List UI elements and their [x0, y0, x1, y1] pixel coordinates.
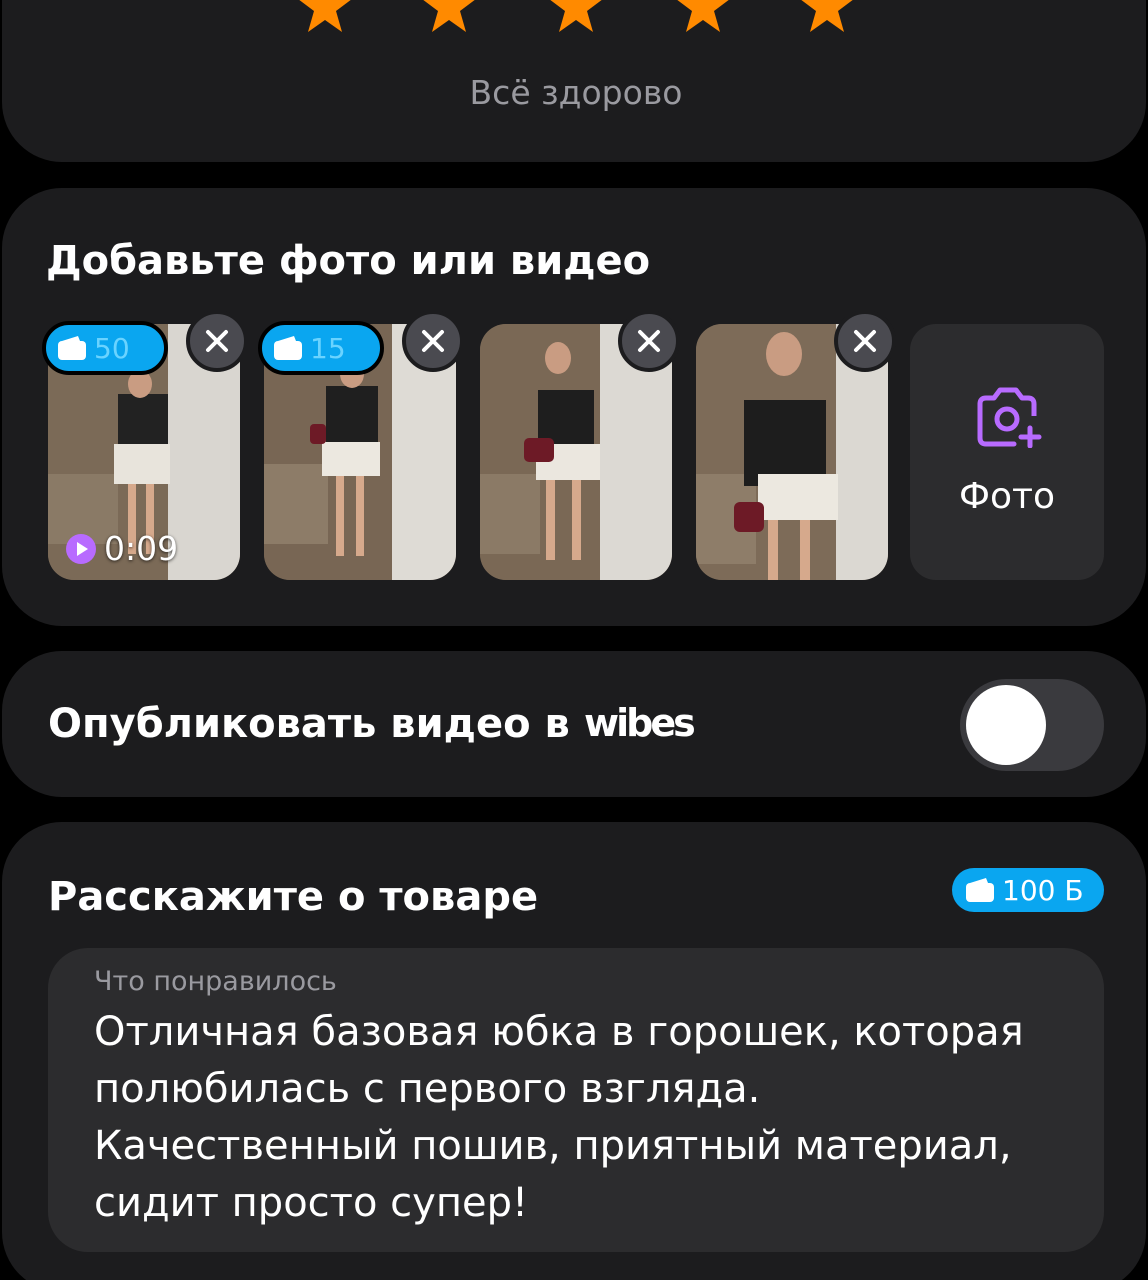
camera-add-icon [974, 386, 1042, 449]
publish-text: Опубликовать видео в [48, 701, 570, 747]
close-icon [638, 330, 660, 352]
rating-stars[interactable] [2, 0, 1146, 32]
review-card: Расскажите о товаре 100 Б Что понравилос… [2, 822, 1146, 1280]
review-title: Расскажите о товаре [48, 874, 539, 920]
play-icon [66, 533, 96, 564]
review-form-screen: Всё здорово Добавьте фото или видео 0:09 [0, 0, 1148, 1280]
close-icon [206, 330, 228, 352]
svg-text:wibes: wibes [584, 704, 694, 744]
wallet-icon [58, 336, 86, 360]
add-photo-label: Фото [958, 476, 1055, 517]
liked-field-value[interactable]: Отличная базовая юбка в горошек, которая… [94, 1004, 1054, 1232]
close-icon [854, 330, 876, 352]
remove-media-button[interactable] [618, 310, 680, 372]
star-icon[interactable] [298, 0, 352, 32]
toggle-knob [966, 685, 1046, 765]
bonus-badge: 50 [42, 321, 168, 375]
wallet-icon [966, 878, 994, 902]
video-duration: 0:09 [66, 529, 178, 568]
remove-media-button[interactable] [834, 310, 896, 372]
star-icon[interactable] [676, 0, 730, 32]
points-badge: 100 Б [952, 868, 1104, 912]
wallet-icon [274, 336, 302, 360]
publish-label: Опубликовать видео в wibes [48, 701, 734, 747]
liked-textarea[interactable]: Что понравилось Отличная базовая юбка в … [48, 948, 1104, 1252]
star-icon[interactable] [549, 0, 603, 32]
rating-caption: Всё здорово [469, 73, 683, 112]
add-photo-button[interactable]: Фото [910, 324, 1104, 580]
liked-field-label: Что понравилось [94, 966, 337, 997]
remove-media-button[interactable] [186, 310, 248, 372]
media-title: Добавьте фото или видео [46, 238, 651, 284]
star-icon[interactable] [422, 0, 476, 32]
rating-card: Всё здорово [2, 0, 1146, 162]
close-icon [422, 330, 444, 352]
publish-card: Опубликовать видео в wibes [2, 651, 1146, 797]
star-icon[interactable] [800, 0, 854, 32]
bonus-badge: 15 [258, 321, 384, 375]
wibes-logo: wibes [584, 704, 697, 744]
media-card: Добавьте фото или видео 0:09 50 15 Фото [2, 188, 1146, 626]
remove-media-button[interactable] [402, 310, 464, 372]
publish-toggle[interactable] [960, 679, 1104, 771]
